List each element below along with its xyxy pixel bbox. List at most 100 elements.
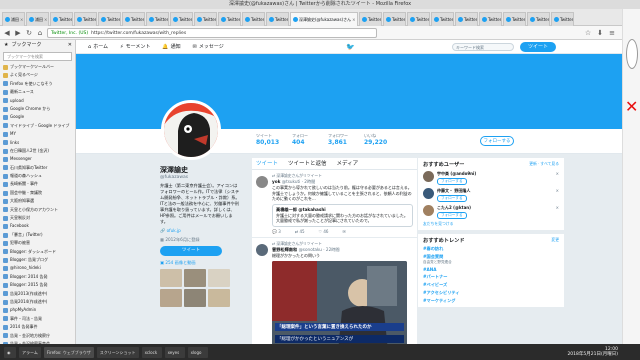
media-thumbnail[interactable]	[208, 269, 230, 287]
twitter-nav-mail[interactable]: ✉ メッセージ	[193, 43, 224, 51]
twitter-search-input[interactable]: キーワード検索	[452, 43, 514, 51]
browser-tab[interactable]: Twitter×	[266, 12, 289, 26]
forward-icon[interactable]: ▶	[14, 29, 22, 37]
taskbar-item[interactable]: アラーム	[19, 346, 41, 358]
tweet-author[interactable]: 曽野松輝南和	[272, 247, 297, 252]
trend-item[interactable]: #マーケティング	[423, 298, 559, 304]
browser-tab[interactable]: Twitter×	[242, 12, 265, 26]
bookmark-item[interactable]: マイドライブ - Google ドライブ	[0, 122, 75, 130]
close-icon[interactable]: ×	[556, 171, 559, 176]
back-icon[interactable]: ◀	[3, 29, 11, 37]
site-identity[interactable]: Twitter, Inc. (US)	[51, 29, 88, 37]
media-thumbnail[interactable]	[160, 289, 182, 307]
bookmark-star-icon[interactable]: ☆	[584, 29, 592, 37]
bookmark-item[interactable]: 報道の森ハッシュ	[0, 172, 75, 180]
avatar[interactable]	[256, 176, 268, 188]
close-icon[interactable]: ×	[20, 17, 23, 22]
profile-stat[interactable]: ツイート 80,013	[256, 133, 279, 146]
bookmark-item[interactable]: Facebook	[0, 222, 75, 230]
trends-change-link[interactable]: 変更	[551, 237, 559, 244]
bookmark-item[interactable]: 2014 告発事件	[0, 323, 75, 331]
clock[interactable]: 12:00 2018年5月21日(月曜日)	[567, 347, 640, 357]
page-scrollbar[interactable]: ✕	[622, 9, 640, 353]
browser-tab[interactable]: Twitter×	[431, 12, 454, 26]
browser-tab[interactable]: 深澤諭史(@fukazawas)さん ×	[290, 12, 358, 26]
bookmark-item[interactable]: 最新ニュース	[0, 88, 75, 96]
avatar[interactable]	[423, 205, 434, 216]
bookmark-item[interactable]: Google	[0, 113, 75, 121]
suggested-user[interactable]: こたん2 (@ktan) フォローする ×	[423, 205, 559, 219]
bookmark-search-input[interactable]: ブックマークを検索	[3, 52, 72, 61]
photos-link[interactable]: ▣ 254 画像と動画	[160, 260, 240, 266]
downloads-icon[interactable]: ⬇	[596, 29, 604, 37]
profile-avatar[interactable]	[161, 100, 221, 160]
bookmark-item[interactable]: 犯罪の被害	[0, 239, 75, 247]
bookmark-item[interactable]: よく見るページ	[0, 71, 75, 79]
trend-item[interactable]: #国会質問 自由党と野党連合	[423, 254, 559, 265]
close-icon[interactable]: ×	[352, 17, 355, 22]
tweet-button[interactable]: ツイート	[520, 42, 556, 52]
bookmark-item[interactable]: links	[0, 139, 75, 147]
browser-tab[interactable]: Twitter×	[359, 12, 382, 26]
bookmark-item[interactable]: 告発・金沢地方検察庁	[0, 332, 75, 340]
message-icon[interactable]: ✉	[342, 229, 345, 234]
bookmark-item[interactable]: Firefox を使いこなそう	[0, 80, 75, 88]
tab-media[interactable]: メディア	[337, 158, 359, 169]
who-to-follow-links[interactable]: 更新 · すべて見る	[529, 161, 559, 168]
taskbar-item[interactable]: スクリーンショット	[96, 346, 139, 358]
suggested-user[interactable]: 宇中楽 (@ando9ni) フォローする ×	[423, 171, 559, 185]
suggested-user[interactable]: 仲藤文・ 野田隆人 フォローする ×	[423, 188, 559, 202]
tab-tweets-and-replies[interactable]: ツイートと返信	[288, 158, 327, 169]
suggested-user-name[interactable]: こたん2 (@ktan)	[437, 205, 471, 211]
retweet-icon[interactable]: ⇄ 45	[295, 229, 305, 234]
profile-stat[interactable]: いいね 29,220	[364, 133, 387, 146]
follow-button[interactable]: フォローする	[437, 212, 467, 219]
taskbar-item[interactable]: xclock	[141, 346, 162, 358]
browser-tab[interactable]: Twitter×	[170, 12, 193, 26]
browser-tab[interactable]: Twitter×	[122, 12, 145, 26]
twitter-bird-icon[interactable]: 🐦	[346, 43, 355, 51]
tweet-author[interactable]: yok	[272, 179, 280, 184]
media-thumbnail[interactable]	[208, 289, 230, 307]
media-thumbnail[interactable]	[184, 269, 206, 287]
media-thumbnail[interactable]	[184, 289, 206, 307]
menu-icon[interactable]: ≡	[608, 29, 616, 37]
bookmark-item[interactable]: Blogger: 2015 告発	[0, 281, 75, 289]
bookmark-item[interactable]: 石川県知事のTwitter	[0, 164, 75, 172]
follow-button[interactable]: フォローする	[437, 195, 467, 202]
browser-tab[interactable]: Twitter×	[74, 12, 97, 26]
twitter-nav-bolt[interactable]: ⚡ モーメント	[120, 43, 150, 51]
tweet-to-button[interactable]: ツイート	[160, 246, 222, 256]
tab-tweets[interactable]: ツイート	[256, 158, 278, 169]
browser-tab[interactable]: Twitter×	[479, 12, 502, 26]
profile-stat[interactable]: フォロー 404	[292, 133, 308, 146]
taskbar-item[interactable]: xeyes	[164, 346, 185, 358]
close-icon[interactable]: ×	[44, 17, 47, 22]
profile-name[interactable]: 深澤諭史	[160, 165, 240, 175]
browser-tab[interactable]: 浦田 ×	[26, 12, 49, 26]
avatar[interactable]	[256, 243, 268, 256]
browser-tab[interactable]: Twitter×	[218, 12, 241, 26]
bookmark-item[interactable]: MY	[0, 130, 75, 138]
bookmark-item[interactable]: 「暴言」(Twitter)	[0, 231, 75, 239]
suggested-user-name[interactable]: 宇中楽 (@ando9ni)	[437, 171, 476, 177]
bookmark-item[interactable]: ブックマークツールバー	[0, 63, 75, 71]
reply-icon[interactable]: 💬 3	[272, 229, 281, 234]
quoted-tweet[interactable]: 高橋雄一郎 @takahashi 弁護士に対する大量の懲戒請求に関わった方のお話…	[272, 203, 413, 227]
twitter-nav-home[interactable]: ⌂ ホーム	[88, 43, 108, 51]
url-bar[interactable]: Twitter, Inc. (US) https://twitter.com/f…	[47, 27, 377, 38]
bookmark-item[interactable]: phpMyAdmin	[0, 306, 75, 314]
browser-tab[interactable]: Twitter×	[407, 12, 430, 26]
bookmark-item[interactable]: upload	[0, 97, 75, 105]
home-icon[interactable]: ⌂	[36, 29, 44, 37]
bookmark-item[interactable]: Messenger	[0, 155, 75, 163]
bookmark-item[interactable]: Blogger: 2014 告発	[0, 273, 75, 281]
trend-item[interactable]: #ベイビーズ	[423, 282, 559, 288]
browser-tab[interactable]: Twitter×	[527, 12, 550, 26]
avatar[interactable]	[423, 171, 434, 182]
bookmark-item[interactable]: 事件・司法・告発	[0, 315, 75, 323]
bookmark-item[interactable]: Blogger: 告発ブログ	[0, 256, 75, 264]
trend-item[interactable]: #ANA	[423, 267, 559, 272]
bookmark-item[interactable]: 在日韓国人2世 (金沢)	[0, 147, 75, 155]
browser-tab[interactable]: Twitter×	[551, 12, 574, 26]
